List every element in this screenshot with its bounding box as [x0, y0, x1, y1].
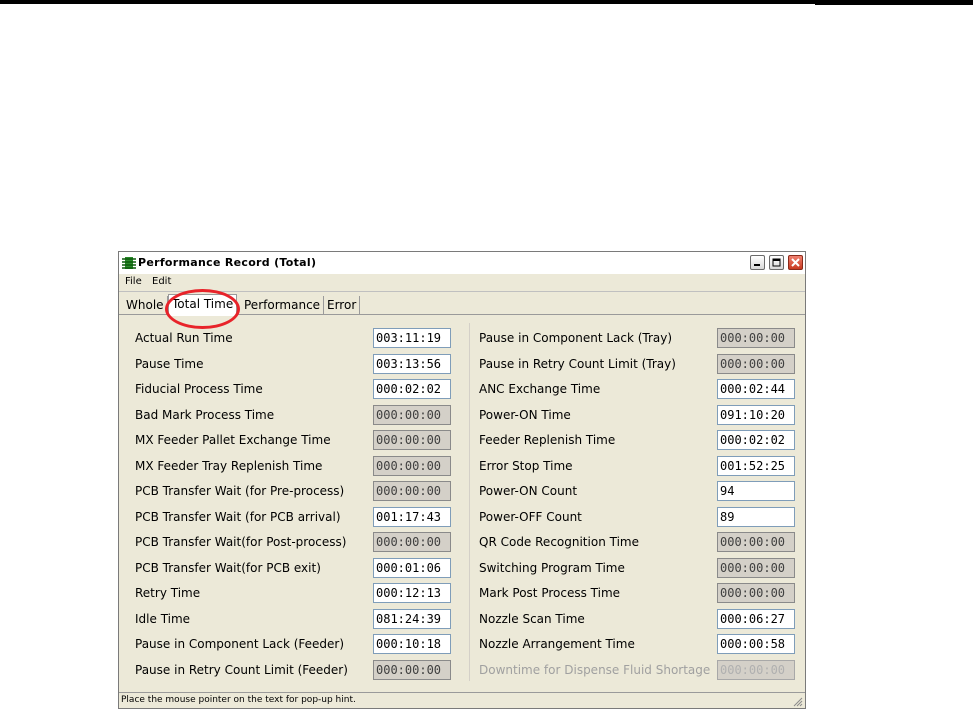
left-row-value-field[interactable]: 000:12:13: [373, 583, 451, 603]
left-row-value-field[interactable]: 003:13:56: [373, 354, 451, 374]
right-row-label: Power-ON Count: [479, 484, 578, 498]
left-row-label: Pause in Component Lack (Feeder): [135, 637, 345, 651]
title-bar[interactable]: Performance Record (Total): [119, 252, 805, 275]
left-row-value-field[interactable]: 000:01:06: [373, 558, 451, 578]
left-row-label: Pause Time: [135, 357, 204, 371]
right-row-value-field: 000:00:00: [717, 532, 795, 552]
left-row-value-field: 000:00:00: [373, 660, 451, 680]
menu-edit[interactable]: Edit: [152, 276, 171, 287]
close-icon: [791, 258, 800, 267]
right-row-label: Downtime for Dispense Fluid Shortage: [479, 663, 711, 677]
right-row-label: Switching Program Time: [479, 561, 625, 575]
menu-bar: File Edit: [119, 274, 805, 292]
left-row-label: PCB Transfer Wait(for Post-process): [135, 535, 347, 549]
left-row-label: Actual Run Time: [135, 331, 233, 345]
left-row-label: MX Feeder Tray Replenish Time: [135, 459, 323, 473]
right-row-value-field: 000:00:00: [717, 660, 795, 680]
tab-performance[interactable]: Performance: [241, 296, 325, 314]
right-row-label: Nozzle Arrangement Time: [479, 637, 635, 651]
left-row-value-field[interactable]: 003:11:19: [373, 328, 451, 348]
right-row-value-field[interactable]: 001:52:25: [717, 456, 795, 476]
left-row-value-field[interactable]: 000:10:18: [373, 634, 451, 654]
page-top-rule-end: [815, 0, 973, 5]
right-row-label: Mark Post Process Time: [479, 586, 621, 600]
left-row-label: Fiducial Process Time: [135, 382, 263, 396]
left-row-value-field: 000:00:00: [373, 430, 451, 450]
right-row-label: Pause in Component Lack (Tray): [479, 331, 673, 345]
app-icon: [122, 257, 136, 269]
right-row-value-field: 000:00:00: [717, 558, 795, 578]
right-row-label: Power-ON Time: [479, 408, 571, 422]
right-row-label: Pause in Retry Count Limit (Tray): [479, 357, 676, 371]
left-row-label: PCB Transfer Wait (for Pre-process): [135, 484, 345, 498]
right-row-value-field: 000:00:00: [717, 328, 795, 348]
maximize-button[interactable]: [769, 255, 784, 270]
right-row-label: Nozzle Scan Time: [479, 612, 585, 626]
right-row-value-field[interactable]: 000:06:27: [717, 609, 795, 629]
left-row-label: PCB Transfer Wait (for PCB arrival): [135, 510, 341, 524]
left-row-value-field[interactable]: 001:17:43: [373, 507, 451, 527]
highlight-circle: [165, 289, 240, 329]
left-row-label: Pause in Retry Count Limit (Feeder): [135, 663, 348, 677]
left-row-label: PCB Transfer Wait(for PCB exit): [135, 561, 321, 575]
window-title: Performance Record (Total): [138, 256, 317, 269]
right-row-label: ANC Exchange Time: [479, 382, 601, 396]
menu-file[interactable]: File: [125, 276, 142, 287]
column-divider: [469, 323, 470, 681]
left-row-label: Idle Time: [135, 612, 191, 626]
maximize-icon: [772, 258, 781, 267]
right-row-label: Error Stop Time: [479, 459, 573, 473]
tab-error[interactable]: Error: [324, 296, 361, 314]
right-row-label: QR Code Recognition Time: [479, 535, 639, 549]
left-row-value-field: 000:00:00: [373, 481, 451, 501]
close-button[interactable]: [788, 255, 803, 270]
right-row-value-field: 000:00:00: [717, 354, 795, 374]
left-row-value-field: 000:00:00: [373, 532, 451, 552]
total-time-panel: Actual Run Time 003:11:19 Pause Time 003:13…: [123, 317, 801, 687]
left-row-value-field: 000:00:00: [373, 405, 451, 425]
right-row-value-field[interactable]: 000:02:02: [717, 430, 795, 450]
status-hint: Place the mouse pointer on the text for …: [121, 695, 356, 705]
right-row-value-field[interactable]: 091:10:20: [717, 405, 795, 425]
left-row-value-field[interactable]: 081:24:39: [373, 609, 451, 629]
minimize-icon: [754, 264, 760, 266]
right-row-value-field[interactable]: 94: [717, 481, 795, 501]
left-row-label: Retry Time: [135, 586, 201, 600]
tab-whole[interactable]: Whole: [123, 296, 168, 314]
resize-grip-icon[interactable]: [793, 697, 803, 707]
left-row-value-field[interactable]: 000:02:02: [373, 379, 451, 399]
status-bar: Place the mouse pointer on the text for …: [119, 692, 805, 708]
right-row-value-field[interactable]: 89: [717, 507, 795, 527]
right-row-label: Feeder Replenish Time: [479, 433, 616, 447]
left-row-value-field: 000:00:00: [373, 456, 451, 476]
right-row-value-field[interactable]: 000:00:58: [717, 634, 795, 654]
right-row-value-field: 000:00:00: [717, 583, 795, 603]
left-row-label: Bad Mark Process Time: [135, 408, 275, 422]
right-row-label: Power-OFF Count: [479, 510, 582, 524]
minimize-button[interactable]: [750, 255, 765, 270]
left-row-label: MX Feeder Pallet Exchange Time: [135, 433, 331, 447]
right-row-value-field[interactable]: 000:02:44: [717, 379, 795, 399]
